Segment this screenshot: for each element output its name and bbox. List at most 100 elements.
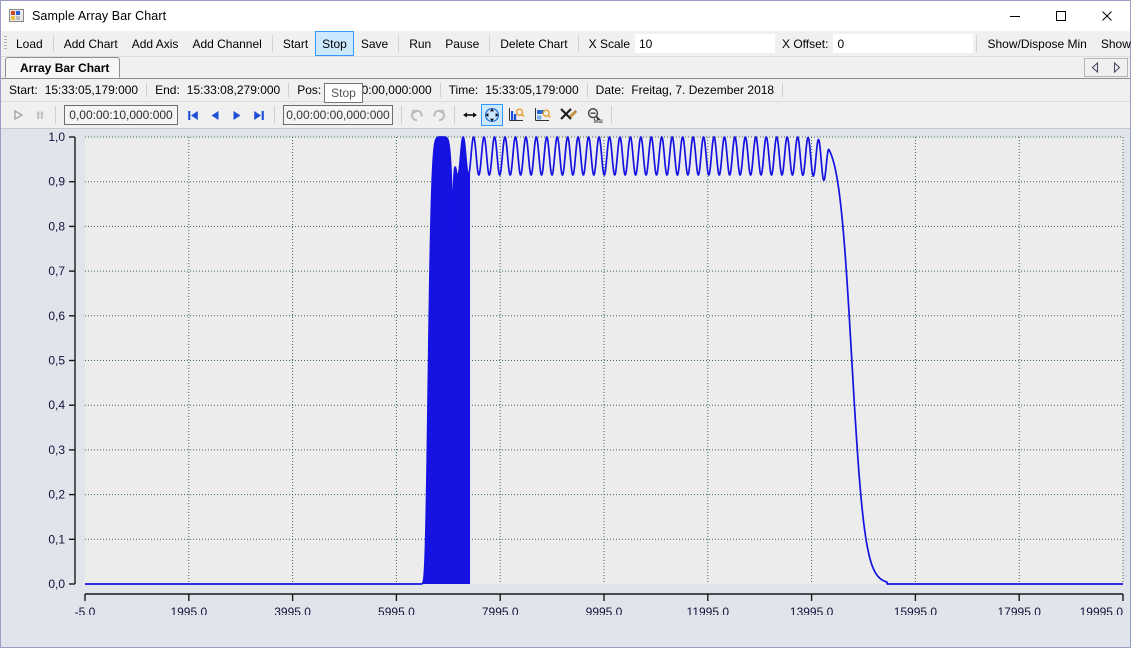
zoom-x-axis-icon (535, 108, 551, 121)
menu-item-delete-chart[interactable]: Delete Chart (493, 31, 574, 56)
pause-icon (37, 111, 44, 119)
x-offset-label: X Offset: (782, 36, 829, 51)
array-bar-chart[interactable]: 0,0 0,1 0,2 0,3 0,4 0,5 0,6 0,7 0,8 0,9 1,0 -5,0 199… (1, 129, 1130, 615)
x-tick-label: 3995,0 (274, 605, 311, 615)
menu-item-add-channel[interactable]: Add Channel (185, 31, 268, 56)
duration-field[interactable]: 0,00:00:10,000:000 (64, 105, 178, 125)
chart-panel[interactable]: 0,0 0,1 0,2 0,3 0,4 0,5 0,6 0,7 0,8 0,9 1,0 -5,0 199… (1, 129, 1130, 647)
toolbar-grip[interactable] (1, 31, 9, 56)
info-date: Date: Freitag, 7. Dezember 2018 (588, 83, 782, 97)
y-tick-label: 0,0 (48, 577, 65, 591)
skip-to-start-icon (188, 110, 198, 120)
maximize-button[interactable] (1038, 1, 1084, 31)
x-scale-input[interactable] (635, 34, 775, 53)
x-tick-label: 19995,0 (1080, 605, 1124, 615)
menu-item-save[interactable]: Save (354, 31, 395, 56)
menu-item-stop[interactable]: Stop (315, 31, 354, 56)
minimize-button[interactable] (992, 1, 1038, 31)
zoom-max-button[interactable]: Max (581, 104, 607, 126)
close-button[interactable] (1084, 1, 1130, 31)
x-tick-label: 11995,0 (687, 605, 730, 615)
clear-zoom-icon (560, 108, 577, 120)
x-tick-label: 9995,0 (586, 605, 623, 615)
tab-strip: Array Bar Chart (1, 57, 1130, 79)
menu-item-load[interactable]: Load (9, 31, 50, 56)
skip-to-end-button[interactable] (248, 104, 270, 126)
info-end: End: 15:33:08,279:000 (147, 83, 288, 97)
tab-label: Array Bar Chart (20, 60, 110, 75)
x-tick-label: -5,0 (75, 605, 96, 615)
fit-horizontal-button[interactable] (459, 104, 481, 126)
redo-button[interactable] (428, 104, 450, 126)
x-offset-input[interactable] (833, 34, 974, 53)
position-field[interactable]: 0,00:00:00,000:000 (283, 105, 393, 125)
y-tick-label: 1,0 (48, 130, 65, 144)
pan-move-icon (484, 107, 500, 123)
x-tick-label: 13995,0 (790, 605, 834, 615)
tab-next-button[interactable] (1109, 59, 1125, 76)
close-icon (1102, 11, 1112, 21)
tab-array-bar-chart[interactable]: Array Bar Chart (5, 57, 121, 78)
menu-separator (52, 35, 54, 52)
step-back-button[interactable] (204, 104, 226, 126)
info-date-label: Date: (595, 83, 625, 97)
stop-tooltip: Stop (324, 83, 363, 103)
window-title: Sample Array Bar Chart (32, 9, 167, 23)
skip-to-start-button[interactable] (182, 104, 204, 126)
tab-navigation (1084, 58, 1128, 77)
info-pos: Pos: 0,00:00:00,000:000 (289, 83, 439, 97)
info-pos-label: Pos: (297, 83, 322, 97)
x-tick-label: 5995,0 (378, 605, 415, 615)
zoom-y-axis-button[interactable] (503, 104, 529, 126)
x-tick-label: 7995,0 (482, 605, 519, 615)
info-start-label: Start: (9, 83, 38, 97)
menu-item-start[interactable]: Start (276, 31, 315, 56)
menu-item-show-dispose-max[interactable]: Show/Dispose Max (1094, 31, 1131, 56)
y-tick-label: 0,6 (48, 309, 65, 323)
menu-separator (489, 35, 491, 52)
playbar-separator (401, 106, 402, 124)
info-time-value: 15:33:05,179:000 (485, 83, 579, 97)
y-tick-label: 0,9 (48, 175, 65, 189)
y-tick-label: 0,3 (48, 443, 65, 457)
menu-separator (976, 35, 978, 52)
x-tick-label: 1995,0 (170, 605, 207, 615)
info-start-value: 15:33:05,179:000 (44, 83, 139, 97)
playbar-separator (611, 106, 612, 124)
tab-prev-button[interactable] (1088, 59, 1104, 76)
pan-button[interactable] (481, 104, 503, 126)
step-forward-button[interactable] (226, 104, 248, 126)
minimize-icon (1010, 16, 1020, 17)
zoom-x-axis-button[interactable] (529, 104, 555, 126)
maximize-icon (1056, 11, 1066, 21)
x-tick-label: 15995,0 (894, 605, 938, 615)
info-end-value: 15:33:08,279:000 (186, 83, 281, 97)
info-end-label: End: (155, 83, 180, 97)
clear-zoom-button[interactable] (555, 104, 581, 126)
y-tick-label: 0,7 (48, 264, 65, 278)
menu-item-add-axis[interactable]: Add Axis (125, 31, 186, 56)
play-icon (14, 109, 24, 121)
menu-separator (398, 35, 400, 52)
playbar-separator (55, 106, 56, 124)
play-button[interactable] (7, 104, 29, 126)
undo-button[interactable] (406, 104, 428, 126)
info-time: Time: 15:33:05,179:000 (441, 83, 587, 97)
y-tick-label: 0,1 (48, 532, 65, 546)
menu-item-run[interactable]: Run (402, 31, 438, 56)
info-bar: Start: 15:33:05,179:000 End: 15:33:08,27… (1, 79, 1130, 102)
y-tick-label: 0,5 (48, 354, 65, 368)
menu-item-add-chart[interactable]: Add Chart (57, 31, 125, 56)
application-window: Sample Array Bar Chart Load Add Chart Ad… (0, 0, 1131, 648)
playbar-separator (454, 106, 455, 124)
info-separator (782, 83, 784, 97)
rotate-left-icon (411, 109, 423, 122)
fit-horizontal-icon (463, 112, 477, 118)
menu-item-show-dispose-min[interactable]: Show/Dispose Min (980, 31, 1093, 56)
pause-button[interactable] (29, 104, 51, 126)
command-toolbar: Load Add Chart Add Axis Add Channel Star… (1, 31, 1131, 57)
menu-item-pause[interactable]: Pause (438, 31, 486, 56)
tab-prev-icon (1091, 62, 1099, 73)
y-tick-label: 0,8 (48, 219, 65, 233)
info-time-label: Time: (448, 83, 479, 97)
